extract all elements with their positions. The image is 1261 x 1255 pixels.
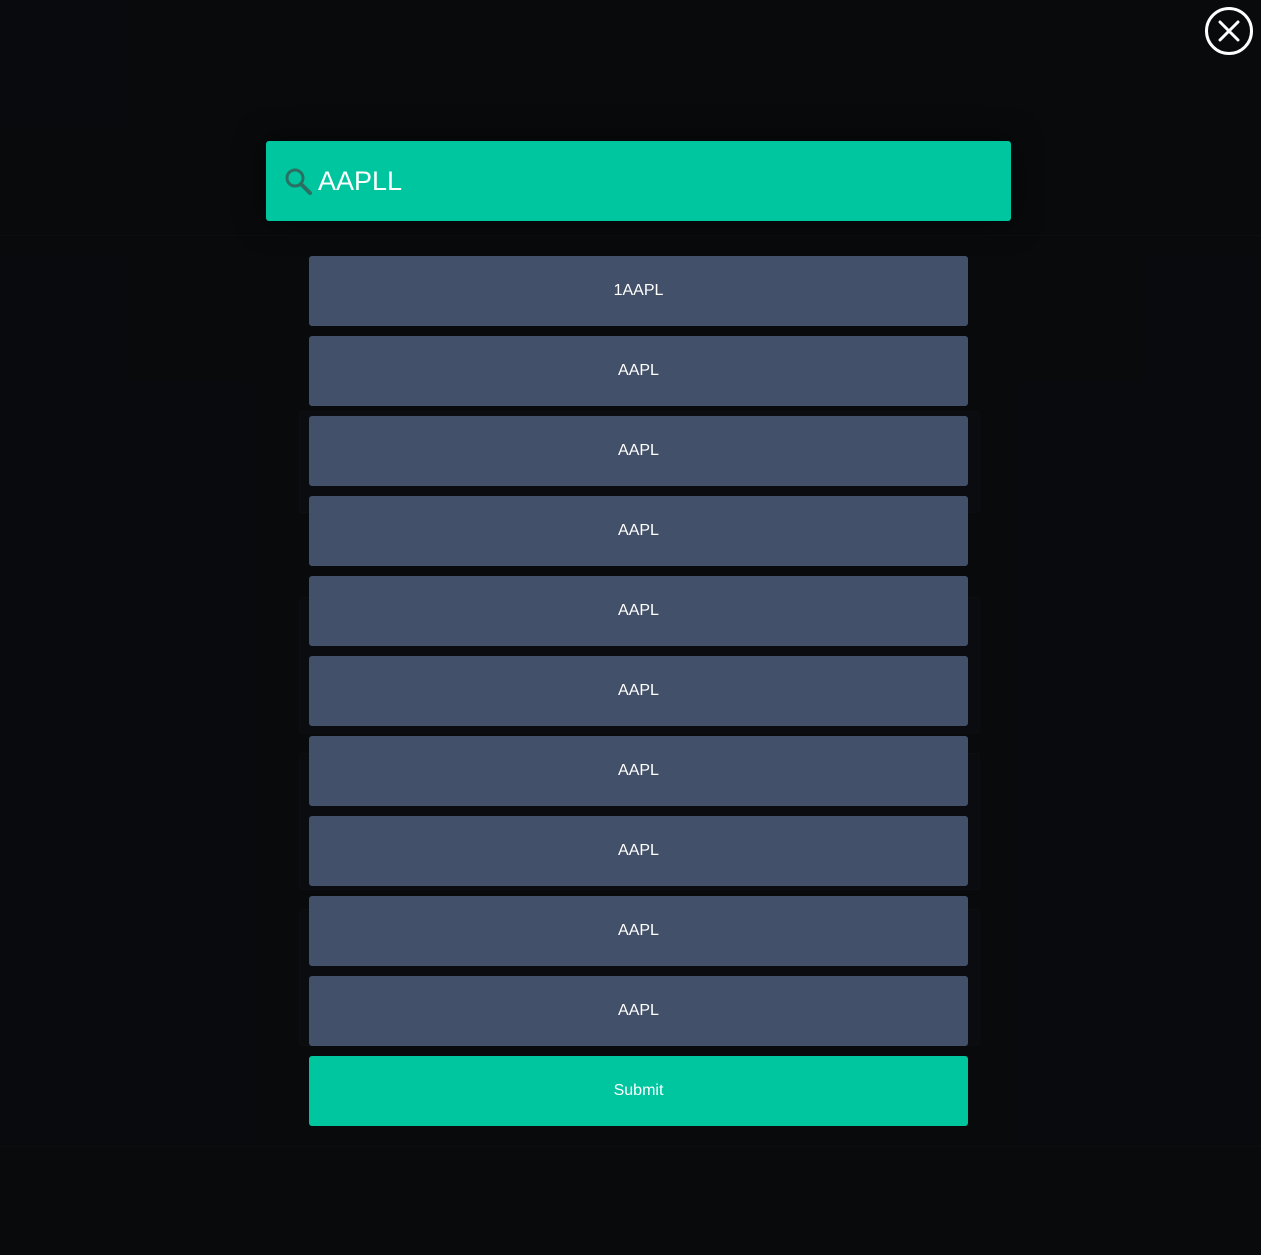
search-input[interactable]	[318, 157, 978, 205]
result-item[interactable]: AAPL	[309, 416, 968, 486]
result-item[interactable]: AAPL	[309, 656, 968, 726]
result-item[interactable]: AAPL	[309, 736, 968, 806]
result-item[interactable]: 1AAPL	[309, 256, 968, 326]
result-item[interactable]: AAPL	[309, 896, 968, 966]
result-item[interactable]: AAPL	[309, 336, 968, 406]
result-item[interactable]: AAPL	[309, 816, 968, 886]
result-item[interactable]: AAPL	[309, 496, 968, 566]
search-icon	[285, 168, 312, 195]
close-button[interactable]	[1205, 7, 1253, 55]
page: 1AAPL AAPL AAPL AAPL AAPL AAPL AAPL AAPL…	[0, 0, 1261, 1255]
result-item[interactable]: AAPL	[309, 576, 968, 646]
result-item[interactable]: AAPL	[309, 976, 968, 1046]
search-results-list: 1AAPL AAPL AAPL AAPL AAPL AAPL AAPL AAPL…	[309, 256, 968, 1056]
close-icon	[1218, 20, 1240, 42]
submit-button[interactable]: Submit	[309, 1056, 968, 1126]
search-bar	[266, 141, 1011, 221]
